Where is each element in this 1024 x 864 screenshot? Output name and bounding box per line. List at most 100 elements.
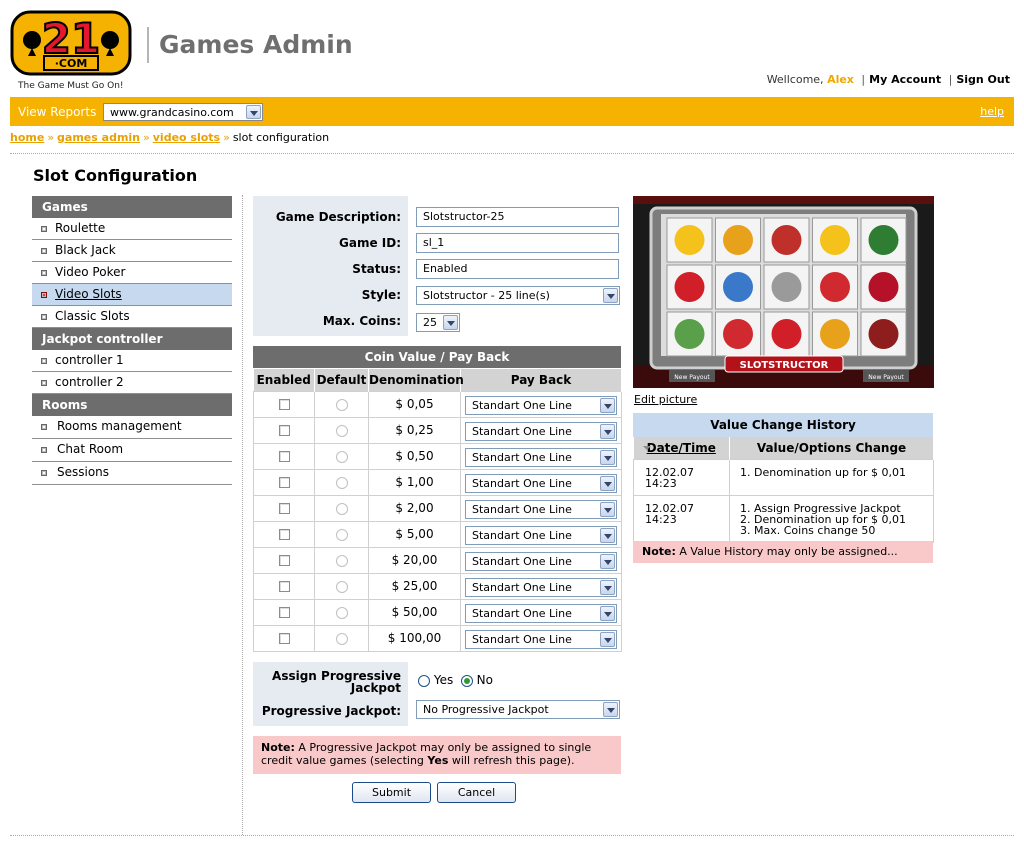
chevron-down-icon[interactable]: [600, 397, 615, 413]
chevron-down-icon[interactable]: [600, 475, 615, 491]
sun-symbol-icon: [820, 225, 850, 255]
date-cell: 12.02.07 14:23: [633, 494, 730, 543]
default-radio[interactable]: [335, 632, 348, 645]
table-row: $ 2,00 Standart One Line: [253, 494, 622, 522]
denomination-cell: $ 50,00: [368, 598, 461, 626]
payback-select[interactable]: Standart One Line: [465, 629, 617, 649]
breadcrumb-current: slot configuration: [232, 131, 330, 144]
chevron-down-icon[interactable]: [600, 631, 615, 647]
bullet-icon: [41, 226, 47, 232]
default-radio[interactable]: [335, 424, 348, 437]
chevron-down-icon[interactable]: [600, 579, 615, 595]
sidebar-item-video-poker[interactable]: Video Poker: [32, 262, 232, 284]
enabled-checkbox[interactable]: [278, 451, 290, 462]
payback-select[interactable]: Standart One Line: [465, 525, 617, 545]
status-label: Status:: [352, 262, 401, 276]
sidebar-item-label: Classic Slots: [55, 309, 130, 323]
chevron-down-icon[interactable]: [603, 702, 618, 717]
sun-symbol-icon: [674, 225, 705, 255]
default-radio[interactable]: [335, 476, 348, 489]
default-radio[interactable]: [335, 580, 348, 593]
default-radio[interactable]: [335, 528, 348, 541]
change-line: 1. Denomination up for $ 0,01: [740, 465, 907, 479]
payback-cell: Standart One Line: [460, 416, 622, 444]
sidebar-item-chat-room[interactable]: Chat Room: [32, 439, 232, 462]
enabled-checkbox[interactable]: [278, 529, 290, 540]
sidebar-item-rooms-management[interactable]: Rooms management: [32, 416, 232, 439]
enabled-checkbox[interactable]: [278, 581, 290, 592]
my-account-link[interactable]: My Account: [869, 73, 941, 86]
sidebar-item-sessions[interactable]: Sessions: [32, 462, 232, 485]
column-header-date[interactable]: Date/Time: [633, 437, 730, 459]
sidebar-item-classic-slots[interactable]: Classic Slots: [32, 306, 232, 328]
breadcrumb-games-admin[interactable]: games admin: [57, 131, 140, 144]
chevron-down-icon[interactable]: [600, 501, 615, 517]
payback-select[interactable]: Standart One Line: [465, 499, 617, 519]
payback-select[interactable]: Standart One Line: [465, 577, 617, 597]
chevron-down-icon[interactable]: [603, 288, 618, 303]
payback-select[interactable]: Standart One Line: [465, 447, 617, 467]
sidebar-item-roulette[interactable]: Roulette: [32, 218, 232, 240]
breadcrumb-video-slots[interactable]: video slots: [153, 131, 220, 144]
sign-out-link[interactable]: Sign Out: [956, 73, 1010, 86]
default-radio[interactable]: [335, 606, 348, 619]
payback-cell: Standart One Line: [460, 468, 622, 496]
style-select[interactable]: Slotstructor - 25 line(s): [416, 286, 620, 305]
game-id-input[interactable]: sl_1: [416, 233, 619, 253]
chevron-down-icon[interactable]: [600, 449, 615, 465]
boom-symbol-icon: [723, 225, 753, 255]
submit-button[interactable]: Submit: [352, 782, 431, 803]
help-link[interactable]: help: [980, 105, 1004, 118]
bullet-icon: [41, 447, 47, 453]
payback-value: Standart One Line: [472, 476, 572, 490]
jackpot-form: Assign Progressive Jackpot Yes No Progre…: [253, 662, 621, 726]
sidebar-item-video-slots[interactable]: Video Slots: [32, 284, 232, 306]
payback-select[interactable]: Standart One Line: [465, 473, 617, 493]
cancel-button[interactable]: Cancel: [437, 782, 516, 803]
no-label: No: [476, 673, 493, 687]
chevron-down-icon[interactable]: [600, 605, 615, 621]
game-description-input[interactable]: Slotstructor-25: [416, 207, 619, 227]
bullet-icon: [41, 292, 47, 298]
note-text: A Value History may only be assigned...: [679, 545, 898, 558]
chevron-down-icon[interactable]: [600, 553, 615, 569]
payback-select[interactable]: Standart One Line: [465, 551, 617, 571]
status-input[interactable]: Enabled: [416, 259, 619, 279]
sidebar-item-controller-1[interactable]: controller 1: [32, 350, 232, 372]
enabled-checkbox[interactable]: [278, 425, 290, 436]
flower-symbol-icon: [820, 272, 850, 302]
default-radio[interactable]: [335, 398, 348, 411]
no-radio[interactable]: [460, 674, 473, 687]
enabled-checkbox[interactable]: [278, 633, 290, 644]
table-row: $ 5,00 Standart One Line: [253, 520, 622, 548]
default-radio[interactable]: [335, 554, 348, 567]
yes-radio[interactable]: [418, 674, 430, 687]
chevron-down-icon[interactable]: [600, 527, 615, 543]
payback-select[interactable]: Standart One Line: [465, 421, 617, 441]
sidebar-item-black-jack[interactable]: Black Jack: [32, 240, 232, 262]
chevron-down-icon[interactable]: [246, 105, 261, 119]
breadcrumb-separator: »: [47, 131, 55, 144]
style-label: Style:: [361, 288, 401, 302]
edit-picture-link[interactable]: Edit picture: [634, 393, 697, 406]
user-bar: Wellcome, Alex | My Account | Sign Out: [767, 73, 1010, 86]
site-select[interactable]: www.grandcasino.com: [103, 103, 263, 121]
enabled-checkbox[interactable]: [278, 607, 290, 618]
chevron-down-icon[interactable]: [600, 423, 615, 439]
payback-select[interactable]: Standart One Line: [465, 603, 617, 623]
max-coins-select[interactable]: 25: [416, 313, 460, 332]
enabled-checkbox[interactable]: [278, 503, 290, 514]
breadcrumb-home[interactable]: home: [10, 131, 44, 144]
payback-value: Standart One Line: [472, 580, 572, 594]
payback-select[interactable]: Standart One Line: [465, 395, 617, 415]
progressive-jackpot-select[interactable]: No Progressive Jackpot: [416, 700, 620, 719]
default-radio[interactable]: [335, 450, 348, 463]
sidebar-item-controller-2[interactable]: controller 2: [32, 372, 232, 394]
table-row: $ 100,00 Standart One Line: [253, 624, 622, 652]
chevron-down-icon[interactable]: [443, 315, 458, 330]
sort-arrow-icon[interactable]: [642, 446, 651, 450]
enabled-checkbox[interactable]: [278, 399, 290, 410]
enabled-checkbox[interactable]: [278, 477, 290, 488]
enabled-checkbox[interactable]: [278, 555, 290, 566]
default-radio[interactable]: [335, 502, 348, 515]
